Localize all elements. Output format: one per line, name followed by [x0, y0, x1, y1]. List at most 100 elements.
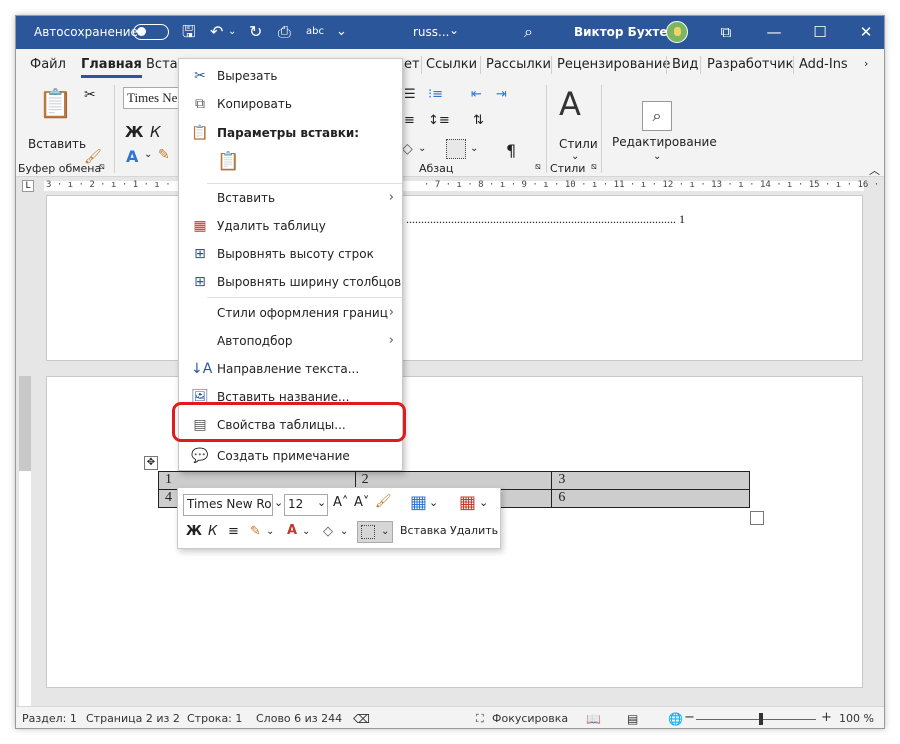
grow-font-icon[interactable]: A˄ — [333, 495, 348, 510]
cut-icon[interactable]: ✂ — [84, 87, 96, 103]
ribbon-display-icon[interactable]: ⧉ — [714, 20, 738, 44]
table-move-handle-icon[interactable]: ✥ — [144, 456, 158, 470]
multilevel-list-icon[interactable]: ⁝≡ — [428, 87, 443, 102]
zoom-out-button[interactable]: − — [684, 710, 695, 725]
styles-launcher-icon[interactable]: ⧅ — [591, 162, 597, 172]
menu-item-copy[interactable]: ⧉ Копировать — [179, 90, 402, 118]
status-line[interactable]: Строка: 1 — [187, 712, 242, 725]
borders-icon[interactable] — [446, 139, 466, 159]
focus-icon[interactable]: ⛶ — [476, 712, 484, 726]
zoom-in-button[interactable]: + — [821, 710, 832, 725]
menu-item-delete-table[interactable]: ▦ Удалить таблицу — [179, 212, 402, 240]
status-words[interactable]: Слово 6 из 244 — [256, 712, 342, 725]
web-layout-icon[interactable]: 🌐 — [668, 712, 683, 726]
menu-item-new-comment[interactable]: 💬 Создать примечание — [179, 442, 402, 470]
delete-table-mini-icon[interactable]: ▦ — [459, 492, 476, 513]
sort-icon[interactable]: ⇅ — [473, 113, 484, 128]
customize-icon[interactable]: ⌄ — [336, 21, 347, 43]
shading-icon[interactable]: ◇ — [402, 141, 413, 157]
list-icon[interactable]: ☰ — [404, 87, 416, 102]
menu-item-border-styles[interactable]: Стили оформления границ › — [179, 299, 402, 327]
mini-shading-dropdown-icon[interactable]: ⌄ — [340, 526, 348, 537]
tab-layout[interactable]: ет — [404, 57, 420, 72]
tab-home[interactable]: Главная — [81, 57, 142, 78]
mini-highlight-icon[interactable]: ✎ — [250, 524, 261, 539]
redo-icon[interactable]: ↻ — [249, 21, 262, 43]
tab-addins[interactable]: Add-Ins — [799, 57, 848, 72]
minimize-icon[interactable]: — — [762, 20, 786, 44]
align-icon[interactable]: ≡ — [404, 113, 415, 128]
mini-italic-button[interactable]: К — [208, 524, 217, 539]
insert-dropdown-icon[interactable]: ⌄ — [429, 496, 438, 509]
tab-file[interactable]: Файл — [30, 57, 66, 72]
mini-format-painter-icon[interactable]: 🖌 — [375, 494, 392, 509]
editing-button[interactable]: Редактирование — [612, 135, 717, 149]
shrink-font-icon[interactable]: A˅ — [354, 495, 369, 510]
tab-review[interactable]: Рецензирование — [557, 57, 670, 72]
zoom-level[interactable]: 100 % — [839, 712, 874, 725]
line-spacing-icon[interactable]: ↕≡ — [428, 113, 450, 128]
status-page[interactable]: Страница 2 из 2 — [86, 712, 180, 725]
save-icon[interactable]: 🖫 — [182, 21, 196, 43]
tab-references[interactable]: Ссылки — [426, 57, 477, 72]
mini-bold-button[interactable]: Ж — [186, 524, 202, 539]
menu-item-text-direction[interactable]: ↓A Направление текста... — [179, 355, 402, 383]
borders-dropdown-icon[interactable]: ⌄ — [470, 143, 478, 154]
tabs-scroll-right-icon[interactable]: › — [864, 57, 868, 70]
print-layout-icon[interactable]: ▤ — [627, 712, 638, 726]
search-icon[interactable]: ⌕ — [524, 21, 533, 43]
autosave-toggle[interactable] — [133, 24, 169, 40]
editing-dropdown-icon[interactable]: ⌄ — [653, 151, 661, 162]
mini-font-name-box[interactable]: Times New Rom — [183, 494, 273, 516]
tab-mailings[interactable]: Рассылки — [486, 57, 551, 72]
mini-font-dropdown-icon[interactable]: ⌄ — [274, 496, 283, 509]
mini-highlight-dropdown-icon[interactable]: ⌄ — [266, 526, 274, 537]
close-icon[interactable]: ✕ — [854, 20, 878, 44]
styles-button[interactable]: Стили — [559, 137, 598, 151]
mini-shading-icon[interactable]: ◇ — [323, 524, 333, 539]
document-name-dropdown-icon[interactable]: ⌄ — [449, 23, 459, 37]
increase-indent-icon[interactable]: ⇥ — [496, 87, 507, 102]
highlight-icon[interactable]: ✎ — [158, 147, 170, 163]
shading-dropdown-icon[interactable]: ⌄ — [418, 143, 426, 154]
paste-button[interactable]: Вставить — [28, 137, 86, 151]
zoom-slider[interactable] — [696, 719, 816, 720]
text-effects-button[interactable]: A — [126, 147, 138, 166]
styles-icon[interactable]: A — [559, 85, 581, 123]
show-marks-button[interactable]: ¶ — [506, 141, 516, 160]
table-resize-handle[interactable] — [750, 511, 764, 525]
paste-keep-text-only[interactable]: 📋 — [179, 149, 402, 185]
mini-align-icon[interactable]: ≡ — [228, 524, 239, 539]
document-name[interactable]: russ... — [413, 25, 450, 39]
accessibility-icon[interactable]: ⌫ — [353, 712, 370, 726]
focus-mode-button[interactable]: Фокусировка — [492, 712, 568, 725]
mini-font-color-dropdown-icon[interactable]: ⌄ — [302, 526, 310, 537]
delete-dropdown-icon[interactable]: ⌄ — [479, 496, 488, 509]
paste-icon[interactable]: 📋 — [38, 87, 73, 120]
undo-dropdown-icon[interactable]: ⌄ — [228, 21, 236, 43]
read-mode-icon[interactable]: 📖 — [586, 712, 601, 726]
italic-button[interactable]: К — [150, 123, 161, 141]
bold-button[interactable]: Ж — [125, 123, 143, 141]
table-cell[interactable]: 6 — [551, 489, 750, 508]
tab-stop-icon[interactable]: L — [22, 180, 34, 192]
text-effects-dropdown-icon[interactable]: ⌄ — [144, 149, 152, 160]
spelling-icon[interactable]: abc — [306, 21, 324, 43]
paragraph-launcher-icon[interactable]: ⧅ — [535, 162, 541, 172]
editing-search-icon[interactable]: ⌕ — [642, 101, 672, 131]
clipboard-launcher-icon[interactable]: ⧅ — [99, 162, 105, 172]
font-name-box[interactable]: Times Ne — [123, 87, 179, 109]
zoom-slider-thumb[interactable] — [759, 713, 763, 725]
maximize-icon[interactable]: ☐ — [808, 20, 832, 44]
menu-item-cut[interactable]: ✂ Вырезать — [179, 62, 402, 90]
insert-table-icon[interactable]: ▦ — [410, 492, 427, 513]
undo-icon[interactable]: ↶ — [210, 21, 223, 43]
decrease-indent-icon[interactable]: ⇤ — [471, 87, 482, 102]
table-cell[interactable]: 3 — [551, 471, 750, 490]
menu-item-insert[interactable]: Вставить › — [179, 184, 402, 212]
mini-insert-button[interactable]: Вставка — [400, 524, 447, 537]
collapse-ribbon-icon[interactable]: ︿ — [869, 162, 880, 178]
avatar[interactable] — [666, 21, 688, 43]
styles-dropdown-icon[interactable]: ⌄ — [571, 151, 579, 162]
tab-developer[interactable]: Разработчик — [707, 57, 793, 72]
